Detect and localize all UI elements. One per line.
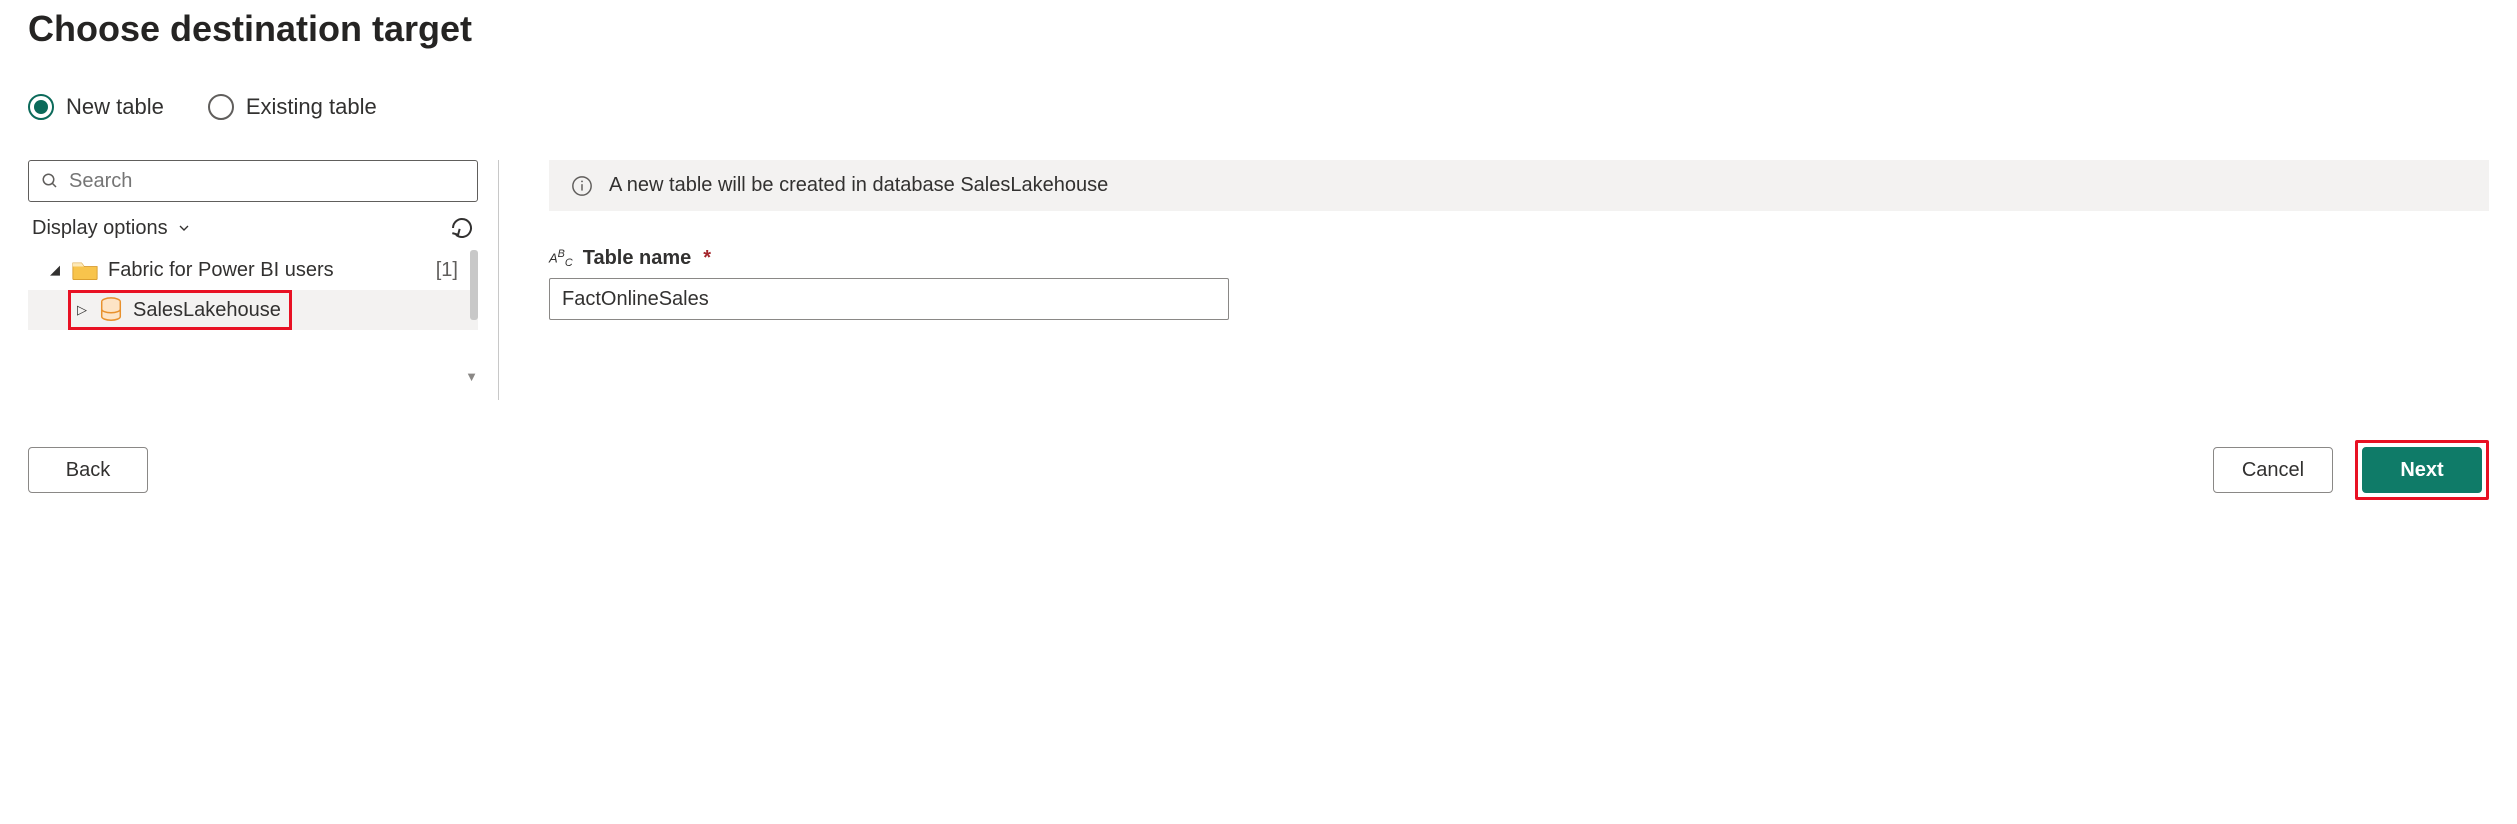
next-button-highlight: Next	[2355, 440, 2489, 500]
tree-row-count: [1]	[436, 259, 458, 282]
radio-circle-icon	[208, 94, 234, 120]
display-options-dropdown[interactable]: Display options	[32, 217, 192, 240]
search-box[interactable]	[28, 160, 478, 202]
tree-row-label: SalesLakehouse	[133, 299, 281, 322]
next-button[interactable]: Next	[2362, 447, 2482, 493]
refresh-button[interactable]	[450, 216, 474, 240]
display-options-label: Display options	[32, 217, 168, 240]
scrollbar-thumb[interactable]	[470, 250, 478, 320]
destination-tree-pane: Display options ◢ Fabric for Power BI us…	[28, 160, 478, 400]
caret-right-icon: ▷	[75, 302, 89, 318]
wizard-footer: Back Cancel Next	[28, 440, 2489, 500]
selection-highlight: ▷ SalesLakehouse	[68, 290, 292, 330]
folder-icon	[72, 259, 98, 281]
radio-label: Existing table	[246, 94, 377, 120]
table-name-input[interactable]	[549, 278, 1229, 320]
database-icon	[99, 297, 123, 323]
back-button[interactable]: Back	[28, 447, 148, 493]
tree-row-label: Fabric for Power BI users	[108, 259, 334, 282]
table-name-label: ABC Table name *	[549, 247, 2489, 270]
search-input[interactable]	[69, 170, 465, 193]
info-text: A new table will be created in database …	[609, 174, 1108, 197]
label-text: Table name	[583, 247, 692, 270]
search-icon	[41, 172, 59, 190]
cancel-button[interactable]: Cancel	[2213, 447, 2333, 493]
info-icon	[571, 175, 593, 197]
caret-down-icon: ◢	[48, 262, 62, 278]
tree-row-lakehouse[interactable]: ▷ SalesLakehouse	[28, 290, 478, 330]
info-banner: A new table will be created in database …	[549, 160, 2489, 211]
text-type-icon: ABC	[549, 249, 573, 268]
radio-new-table[interactable]: New table	[28, 94, 164, 120]
radio-existing-table[interactable]: Existing table	[208, 94, 377, 120]
destination-form-pane: A new table will be created in database …	[519, 160, 2489, 400]
radio-circle-icon	[28, 94, 54, 120]
page-title: Choose destination target	[28, 8, 2489, 50]
required-asterisk: *	[703, 247, 711, 270]
table-mode-radio-group: New table Existing table	[28, 94, 2489, 120]
scrollbar-down-icon[interactable]: ▼	[465, 369, 478, 384]
radio-label: New table	[66, 94, 164, 120]
chevron-down-icon	[176, 220, 192, 236]
navigation-tree: ◢ Fabric for Power BI users [1] ▷ SalesL…	[28, 250, 478, 380]
tree-row-workspace[interactable]: ◢ Fabric for Power BI users [1]	[28, 250, 478, 290]
vertical-divider	[498, 160, 499, 400]
